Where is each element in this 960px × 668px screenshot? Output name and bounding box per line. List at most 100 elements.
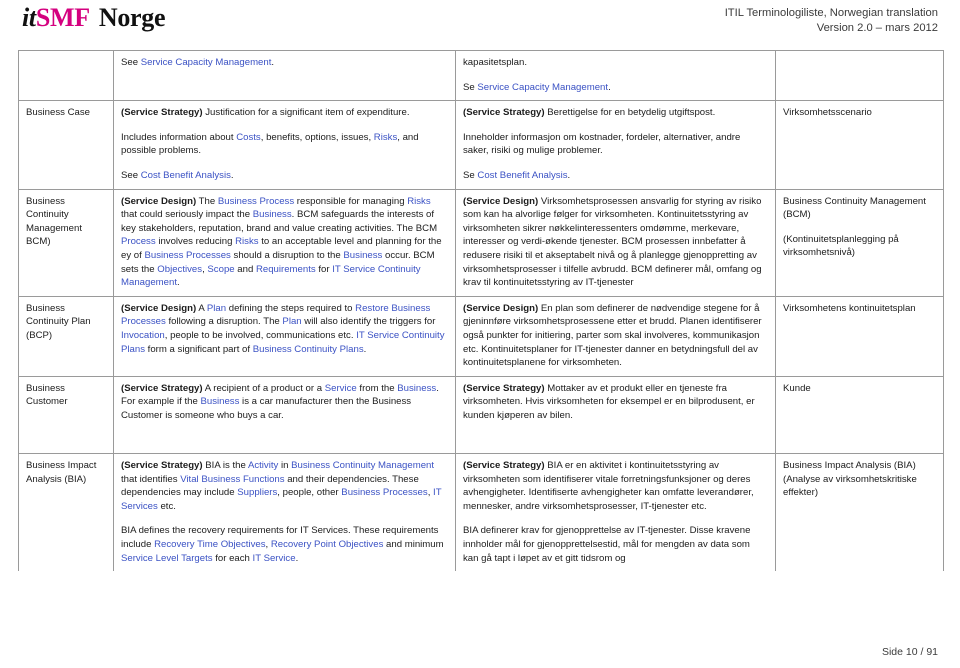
norwegian-term-text: Virksomhetsscenario bbox=[783, 107, 872, 119]
cell-norwegian-term bbox=[775, 49, 944, 102]
cross-reference-link[interactable]: Business Continuity Plans bbox=[253, 344, 364, 355]
cell-english-definition: See Service Capacity Management. bbox=[113, 49, 456, 102]
lifecycle-stage-label: (Service Strategy) bbox=[463, 107, 545, 119]
norwegian-term-text: Business Impact Analysis (BIA) bbox=[783, 460, 916, 472]
cell-norwegian-definition: (Service Design) En plan som definerer d… bbox=[455, 295, 776, 377]
cross-reference-link[interactable]: Service Capacity Management bbox=[141, 57, 272, 68]
norwegian-term-gloss: (Analyse av virksomhetskritiske effekter… bbox=[783, 473, 917, 499]
lifecycle-stage-label: (Service Strategy) bbox=[121, 107, 203, 119]
table-row: Business Impact Analysis (BIA) (Service … bbox=[18, 453, 944, 572]
cross-reference-link[interactable]: Process bbox=[121, 236, 156, 247]
page-footer: Side 10 / 91 bbox=[882, 646, 938, 658]
cross-reference-link[interactable]: Business Process bbox=[218, 196, 294, 207]
cross-reference-link[interactable]: Service Level Targets bbox=[121, 553, 213, 564]
cell-english-definition: (Service Design) A Plan defining the ste… bbox=[113, 295, 456, 377]
glossary-table: See Service Capacity Management. kapasit… bbox=[18, 49, 944, 572]
cross-reference-link[interactable]: Costs bbox=[236, 132, 261, 143]
page-number-label: Side 10 / 91 bbox=[881, 646, 938, 658]
cross-reference-link[interactable]: Suppliers bbox=[237, 487, 277, 498]
definition-paragraph: (Service Strategy) Mottaker av et produk… bbox=[463, 382, 755, 421]
cross-reference-link[interactable]: Vital Business Functions bbox=[180, 474, 284, 485]
english-term-text: Business Impact Analysis (BIA) bbox=[26, 460, 97, 485]
cross-reference-link[interactable]: Invocation bbox=[121, 330, 165, 341]
lifecycle-stage-label: (Service Strategy) bbox=[121, 382, 203, 394]
cell-norwegian-term: Virksomhetsscenario bbox=[775, 100, 944, 190]
cross-reference-link[interactable]: Cost Benefit Analysis bbox=[477, 170, 567, 181]
cross-reference-link[interactable]: Business bbox=[343, 250, 382, 261]
cell-english-term: Business Case bbox=[18, 100, 114, 190]
cell-english-definition: (Service Strategy) A recipient of a prod… bbox=[113, 375, 456, 455]
definition-spacer bbox=[121, 433, 448, 447]
cross-reference-link[interactable]: Objectives bbox=[157, 264, 202, 275]
cell-english-term: Business Impact Analysis (BIA) bbox=[18, 453, 114, 572]
cross-reference-link[interactable]: Risks bbox=[407, 196, 430, 207]
definition-spacer bbox=[121, 81, 448, 95]
definition-paragraph: Se Service Capacity Management. bbox=[463, 81, 611, 93]
cell-norwegian-definition: (Service Strategy) BIA er en aktivitet i… bbox=[455, 453, 776, 572]
norwegian-term-text: Virksomhetens kontinuitetsplan bbox=[783, 302, 916, 314]
cross-reference-link[interactable]: IT Service bbox=[253, 553, 296, 564]
definition-paragraph: BIA defines the recovery requirements fo… bbox=[121, 525, 444, 564]
definition-paragraph: (Service Strategy) BIA is the Activity i… bbox=[121, 460, 442, 512]
cross-reference-link[interactable]: Recovery Point Objectives bbox=[271, 539, 384, 550]
cell-norwegian-definition: (Service Strategy) Mottaker av et produk… bbox=[455, 375, 776, 455]
english-term-text: Business Continuity Plan (BCP) bbox=[26, 302, 91, 341]
cell-norwegian-definition: (Service Strategy) Berettigelse for en b… bbox=[455, 100, 776, 190]
cross-reference-link[interactable]: Business bbox=[200, 396, 239, 407]
cross-reference-link[interactable]: Activity bbox=[248, 460, 278, 471]
cell-english-term bbox=[18, 49, 114, 102]
definition-paragraph: (Service Design) En plan som definerer d… bbox=[463, 302, 762, 369]
lifecycle-stage-label: (Service Strategy) bbox=[121, 460, 203, 472]
english-term-text: Business Case bbox=[26, 107, 90, 119]
definition-paragraph: BIA definerer krav for gjenopprettelse a… bbox=[463, 525, 751, 564]
cell-norwegian-definition: kapasitetsplan. Se Service Capacity Mana… bbox=[455, 49, 776, 102]
table-row: Business Continuity Management BCM) (Ser… bbox=[18, 188, 944, 297]
definition-paragraph: Includes information about Costs, benefi… bbox=[121, 131, 419, 157]
definition-paragraph: (Service Design) Virksomhetsprosessen an… bbox=[463, 195, 762, 289]
lifecycle-stage-label: (Service Design) bbox=[463, 302, 539, 314]
cross-reference-link[interactable]: Business Processes bbox=[144, 250, 230, 261]
cross-reference-link[interactable]: Requirements bbox=[256, 264, 316, 275]
document-page: itSMF Norge ITIL Terminologiliste, Norweg… bbox=[0, 0, 960, 668]
table-clip-region: See Service Capacity Management. kapasit… bbox=[0, 0, 960, 628]
definition-paragraph: kapasitetsplan. bbox=[463, 57, 527, 68]
cross-reference-link[interactable]: Business bbox=[253, 209, 292, 220]
norwegian-term-gloss: (Kontinuitetsplanlegging på virksomhetsn… bbox=[783, 233, 899, 259]
cross-reference-link[interactable]: Plan bbox=[207, 303, 226, 314]
cross-reference-link[interactable]: Risks bbox=[374, 132, 397, 143]
cross-reference-link[interactable]: Cost Benefit Analysis bbox=[141, 170, 231, 181]
english-term-text: Business Continuity Management BCM) bbox=[26, 195, 82, 248]
table-row: Business Customer (Service Strategy) A r… bbox=[18, 375, 944, 455]
cross-reference-link[interactable]: Business bbox=[397, 383, 436, 394]
definition-paragraph: (Service Design) The Business Process re… bbox=[121, 195, 442, 289]
cell-english-definition: (Service Strategy) BIA is the Activity i… bbox=[113, 453, 456, 572]
lifecycle-stage-label: (Service Design) bbox=[121, 302, 197, 314]
cross-reference-link[interactable]: Plan bbox=[282, 316, 301, 327]
definition-paragraph: (Service Design) A Plan defining the ste… bbox=[121, 302, 445, 355]
cross-reference-link[interactable]: Risks bbox=[235, 236, 258, 247]
cell-english-definition: (Service Design) The Business Process re… bbox=[113, 188, 456, 297]
definition-paragraph: Inneholder informasjon om kostnader, for… bbox=[463, 131, 741, 157]
norwegian-term-text: Business Continuity Management (BCM) bbox=[783, 195, 926, 221]
definition-paragraph: Se Cost Benefit Analysis. bbox=[463, 169, 571, 181]
cell-english-term: Business Continuity Management BCM) bbox=[18, 188, 114, 297]
english-term-text: Business Customer bbox=[26, 382, 68, 408]
definition-paragraph: See Cost Benefit Analysis. bbox=[121, 169, 234, 181]
cross-reference-link[interactable]: Recovery Time Objectives bbox=[154, 539, 265, 550]
lifecycle-stage-label: (Service Strategy) bbox=[463, 460, 545, 472]
cell-norwegian-term: Business Impact Analysis (BIA) (Analyse … bbox=[775, 453, 944, 572]
definition-paragraph: (Service Strategy) Justification for a s… bbox=[121, 107, 410, 119]
cell-english-definition: (Service Strategy) Justification for a s… bbox=[113, 100, 456, 190]
table-row: See Service Capacity Management. kapasit… bbox=[18, 49, 944, 102]
lifecycle-stage-label: (Service Design) bbox=[121, 195, 197, 207]
cell-english-term: Business Continuity Plan (BCP) bbox=[18, 295, 114, 377]
cell-norwegian-definition: (Service Design) Virksomhetsprosessen an… bbox=[455, 188, 776, 297]
cross-reference-link[interactable]: Service Capacity Management bbox=[477, 82, 608, 93]
table-row: Business Continuity Plan (BCP) (Service … bbox=[18, 295, 944, 377]
cell-norwegian-term: Kunde bbox=[775, 375, 944, 455]
cross-reference-link[interactable]: Business Continuity Management bbox=[291, 460, 434, 471]
cross-reference-link[interactable]: Service bbox=[325, 383, 357, 394]
definition-paragraph: (Service Strategy) BIA er en aktivitet i… bbox=[463, 460, 754, 512]
cross-reference-link[interactable]: Scope bbox=[207, 264, 234, 275]
cross-reference-link[interactable]: Business Processes bbox=[341, 487, 427, 498]
